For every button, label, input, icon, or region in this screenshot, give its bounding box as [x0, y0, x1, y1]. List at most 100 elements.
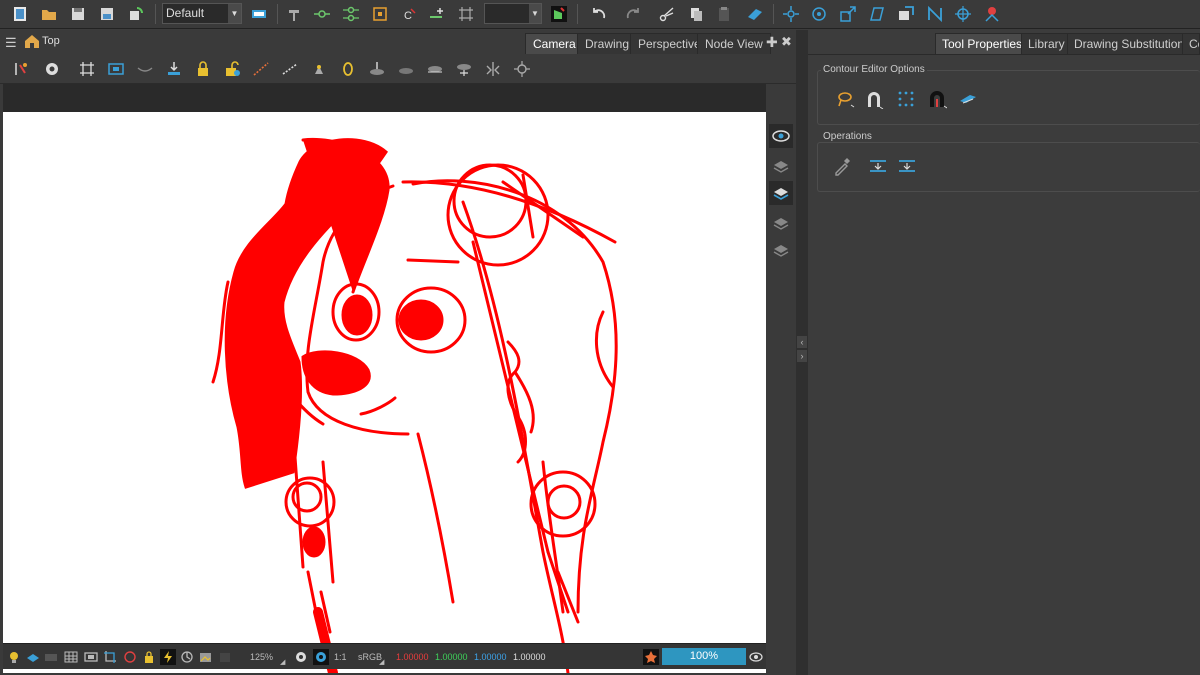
- home-icon: [25, 35, 39, 48]
- layer-up-icon[interactable]: [25, 649, 41, 665]
- arch-magnet-icon[interactable]: [924, 86, 950, 112]
- auto-light-icon[interactable]: [511, 58, 533, 80]
- rotate-icon[interactable]: [808, 3, 830, 25]
- joint-icon[interactable]: [952, 3, 974, 25]
- tab-co[interactable]: Co: [1182, 33, 1200, 54]
- chevron-down-icon[interactable]: ◢: [379, 658, 384, 666]
- smooth-icon[interactable]: [955, 86, 981, 112]
- onion-skin-icon[interactable]: [311, 3, 333, 25]
- open-scene-icon[interactable]: [38, 3, 60, 25]
- pegs-icon[interactable]: [340, 3, 362, 25]
- zoom-readout: 125%: [250, 652, 274, 662]
- flip-icon[interactable]: [482, 58, 504, 80]
- tab-drawing-substitutions[interactable]: Drawing Substitutions: [1067, 33, 1198, 54]
- eye-icon[interactable]: [769, 124, 793, 148]
- rotate-small-icon[interactable]: [179, 649, 195, 665]
- onion-icon[interactable]: [308, 58, 330, 80]
- grid-icon[interactable]: [455, 3, 477, 25]
- tab-library[interactable]: Library: [1021, 33, 1072, 54]
- workspace-icon[interactable]: [248, 3, 270, 25]
- layer-stack-icon[interactable]: [769, 154, 793, 178]
- pan-icon[interactable]: [424, 58, 446, 80]
- paint-bucket-icon[interactable]: [548, 3, 570, 25]
- panel-splitter[interactable]: ‹ ›: [796, 30, 808, 675]
- zoom-level-bar[interactable]: 100%: [662, 648, 746, 665]
- tab-camera[interactable]: Camera: [525, 33, 584, 54]
- gear-icon[interactable]: [293, 649, 309, 665]
- lock-small-icon[interactable]: [141, 649, 157, 665]
- rotate-view-icon[interactable]: [453, 58, 475, 80]
- grid-toggle-icon[interactable]: [76, 58, 98, 80]
- safe-area-icon[interactable]: [105, 58, 127, 80]
- layer-stack-overlay-icon[interactable]: [769, 211, 793, 235]
- redo-icon[interactable]: [622, 3, 644, 25]
- settings-gear-icon[interactable]: [41, 58, 63, 80]
- add-keyframe-icon[interactable]: [426, 3, 448, 25]
- image-icon[interactable]: [198, 649, 214, 665]
- hammer-icon[interactable]: [284, 3, 306, 25]
- lightning-icon[interactable]: [160, 649, 176, 665]
- workspace-preset-dropdown[interactable]: Default ▼: [162, 3, 242, 24]
- star-icon[interactable]: [643, 649, 659, 665]
- mask-icon[interactable]: [134, 58, 156, 80]
- maximize-icon[interactable]: [895, 3, 917, 25]
- folder-small-icon[interactable]: [217, 649, 233, 665]
- breadcrumb[interactable]: Top: [24, 34, 60, 48]
- save-icon[interactable]: [67, 3, 89, 25]
- reset-icon[interactable]: [366, 58, 388, 80]
- lightbulb-icon[interactable]: [6, 649, 22, 665]
- dropper-icon[interactable]: [829, 153, 855, 179]
- light-table-icon[interactable]: [250, 58, 272, 80]
- refresh-icon[interactable]: [125, 3, 147, 25]
- import-icon[interactable]: [163, 58, 185, 80]
- transform-icon[interactable]: [780, 3, 802, 25]
- copy-doc-icon[interactable]: [685, 3, 707, 25]
- eye-refresh-icon[interactable]: [748, 649, 764, 665]
- light-table-2-icon[interactable]: [279, 58, 301, 80]
- cut-icon[interactable]: [656, 3, 678, 25]
- tab-tool-properties[interactable]: Tool Properties: [935, 33, 1030, 54]
- pin-icon[interactable]: [981, 3, 1003, 25]
- lock-icon[interactable]: [192, 58, 214, 80]
- ik-icon[interactable]: [924, 3, 946, 25]
- drawing-canvas[interactable]: [3, 112, 766, 673]
- copy-icon[interactable]: C: [398, 3, 420, 25]
- zoom-icon[interactable]: [395, 58, 417, 80]
- add-tab-icon[interactable]: ✚: [766, 34, 778, 51]
- magnet-icon[interactable]: [861, 86, 887, 112]
- layer-stack-underlay-icon[interactable]: [769, 238, 793, 262]
- safe-frame-icon[interactable]: [83, 649, 99, 665]
- menu-icon[interactable]: ☰: [5, 35, 17, 51]
- skew-icon[interactable]: [866, 3, 888, 25]
- tool-properties-panel: Tool Properties Library Drawing Substitu…: [808, 30, 1200, 675]
- render-gear-icon[interactable]: [313, 649, 329, 665]
- scale-icon[interactable]: [837, 3, 859, 25]
- paste-icon[interactable]: [713, 3, 735, 25]
- mask-toggle-icon[interactable]: [122, 649, 138, 665]
- eraser-icon[interactable]: [744, 3, 766, 25]
- grid-points-icon[interactable]: [893, 86, 919, 112]
- layer-stack-active-icon[interactable]: [769, 181, 793, 205]
- crop-icon[interactable]: [102, 649, 118, 665]
- new-scene-icon[interactable]: [9, 3, 31, 25]
- chevron-right-icon[interactable]: ›: [797, 350, 807, 362]
- camera-viewport[interactable]: [3, 84, 766, 673]
- chevron-left-icon[interactable]: ‹: [797, 336, 807, 348]
- undo-icon[interactable]: [588, 3, 610, 25]
- distribute-icon[interactable]: [894, 153, 920, 179]
- tab-node-view[interactable]: Node View: [697, 33, 771, 54]
- view-tab-bar: ☰ Top Camera Drawing Perspective Node Vi…: [0, 30, 796, 54]
- transform-tool-icon[interactable]: [10, 58, 32, 80]
- close-icon[interactable]: ✖: [781, 34, 792, 50]
- table-icon[interactable]: [63, 649, 79, 665]
- frame-icon[interactable]: [43, 649, 59, 665]
- tab-drawing[interactable]: Drawing: [577, 33, 638, 54]
- save-as-icon[interactable]: [96, 3, 118, 25]
- align-center-icon[interactable]: [865, 153, 891, 179]
- bounding-box-icon[interactable]: [369, 3, 391, 25]
- unlock-icon[interactable]: [221, 58, 243, 80]
- chevron-down-icon[interactable]: ◢: [280, 658, 285, 666]
- layer-dropdown[interactable]: ▼: [484, 3, 542, 24]
- lightbulb-icon[interactable]: [337, 58, 359, 80]
- lasso-icon[interactable]: [832, 86, 858, 112]
